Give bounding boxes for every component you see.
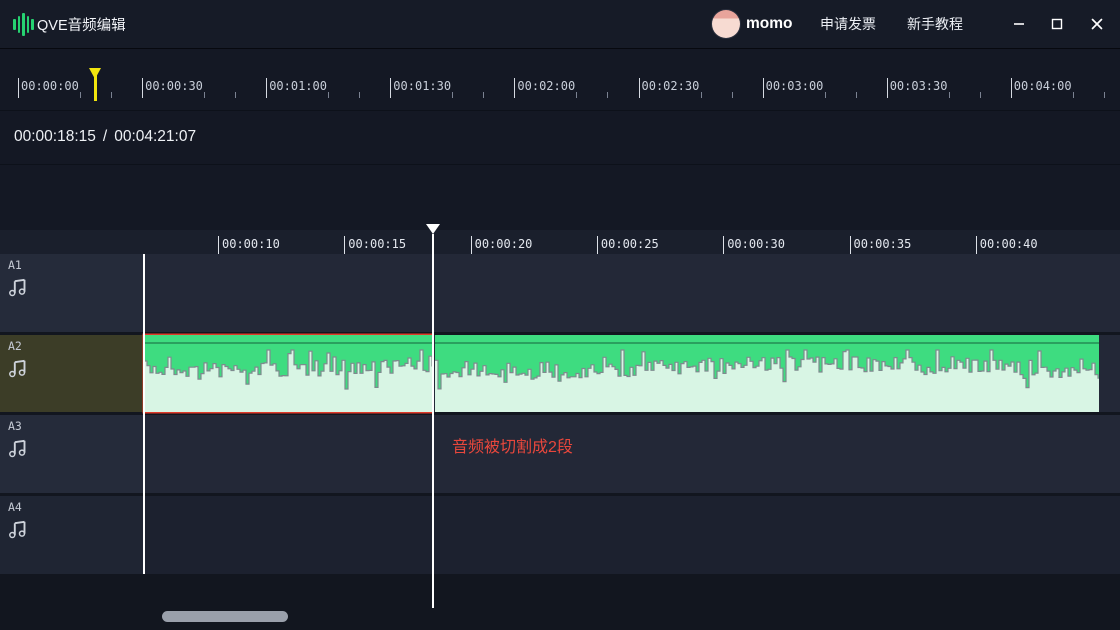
ruler-minor-tick — [732, 92, 733, 98]
audio-clip-segment-1[interactable] — [144, 335, 432, 412]
timeline-tick — [218, 236, 219, 254]
username[interactable]: momo — [746, 0, 793, 48]
ruler-tick-label: 00:03:00 — [766, 79, 824, 93]
ruler-tick-label: 00:02:00 — [517, 79, 575, 93]
timeline-tick-label: 00:00:30 — [727, 237, 785, 251]
ruler-tick-label: 00:03:30 — [890, 79, 948, 93]
track-header-a1[interactable]: A1 — [0, 254, 143, 332]
ruler-tick — [390, 78, 391, 98]
transport-bar: 00:00:18:15 / 00:04:21:07 — [0, 110, 1120, 165]
timeline-tick-label: 00:00:40 — [980, 237, 1038, 251]
timeline-tick-label: 00:00:20 — [475, 237, 533, 251]
tutorial-link[interactable]: 新手教程 — [907, 0, 963, 48]
ruler-minor-tick — [949, 92, 950, 98]
ruler-minor-tick — [607, 92, 608, 98]
audio-clip-segment-2[interactable] — [435, 335, 1099, 412]
ruler-minor-tick — [1073, 92, 1074, 98]
track-header-a4[interactable]: A4 — [0, 496, 143, 574]
timeline-tick — [597, 236, 598, 254]
ruler-tick-label: 00:01:30 — [393, 79, 451, 93]
close-button[interactable] — [1084, 12, 1110, 36]
app-title: QVE音频编辑 — [37, 0, 126, 48]
ruler-minor-tick — [1104, 92, 1105, 98]
music-note-icon — [8, 276, 28, 298]
total-time: 00:04:21:07 — [114, 128, 196, 146]
close-icon — [1090, 17, 1104, 31]
music-note-icon — [8, 518, 28, 540]
timeline-tick-label: 00:00:25 — [601, 237, 659, 251]
waveform — [435, 335, 1099, 412]
maximize-icon — [1050, 17, 1064, 31]
horizontal-scrollbar-thumb[interactable] — [162, 611, 288, 622]
user-avatar[interactable] — [712, 10, 740, 38]
track-header-a2-selected[interactable]: A2 — [0, 335, 143, 412]
clip-start-guideline — [143, 254, 145, 574]
ruler-tick-label: 00:00:00 — [21, 79, 79, 93]
track-row-a1: A1 — [0, 254, 1120, 332]
ruler-minor-tick — [328, 92, 329, 98]
track-row-a4: A4 — [0, 496, 1120, 574]
timeline-tick — [723, 236, 724, 254]
timeline-tick — [344, 236, 345, 254]
track-header-a3[interactable]: A3 — [0, 415, 143, 493]
timeline-ruler[interactable]: 00:00:10 00:00:15 00:00:20 00:00:25 00:00:30… — [0, 230, 1120, 254]
ruler-tick — [887, 78, 888, 98]
ruler-minor-tick — [576, 92, 577, 98]
timeline-panel: 00:00:10 00:00:15 00:00:20 00:00:25 00:00:30… — [0, 230, 1120, 630]
ruler-minor-tick — [359, 92, 360, 98]
split-annotation-text: 音频被切割成2段 — [452, 433, 573, 457]
ruler-tick — [514, 78, 515, 98]
ruler-minor-tick — [483, 92, 484, 98]
overview-ruler[interactable]: 00:00:00 00:00:30 00:01:00 00:01:30 00:02:00… — [0, 48, 1120, 111]
edit-toolbar: 导出 — [0, 164, 1120, 230]
ruler-minor-tick — [204, 92, 205, 98]
ruler-minor-tick — [701, 92, 702, 98]
timeline-tick-label: 00:00:10 — [222, 237, 280, 251]
ruler-tick-label: 00:04:00 — [1014, 79, 1072, 93]
playhead-line[interactable] — [432, 234, 434, 608]
ruler-tick — [639, 78, 640, 98]
track-label: A3 — [8, 419, 22, 433]
minimize-button[interactable] — [1006, 12, 1032, 36]
waveform-logo-icon — [13, 12, 34, 36]
timeline-tick-label: 00:00:35 — [854, 237, 912, 251]
ruler-minor-tick — [980, 92, 981, 98]
maximize-button[interactable] — [1044, 12, 1070, 36]
ruler-tick — [266, 78, 267, 98]
ruler-tick-label: 00:02:30 — [642, 79, 700, 93]
ruler-minor-tick — [80, 92, 81, 98]
time-separator: / — [103, 128, 107, 146]
ruler-minor-tick — [856, 92, 857, 98]
timeline-tick — [471, 236, 472, 254]
ruler-minor-tick — [825, 92, 826, 98]
ruler-tick-label: 00:01:00 — [269, 79, 327, 93]
title-bar: QVE音频编辑 momo 申请发票 新手教程 — [0, 0, 1120, 49]
track-label: A4 — [8, 500, 22, 514]
timeline-tick-label: 00:00:15 — [348, 237, 406, 251]
waveform — [144, 335, 432, 412]
ruler-minor-tick — [111, 92, 112, 98]
time-display: 00:00:18:15 / 00:04:21:07 — [14, 110, 196, 164]
ruler-tick — [142, 78, 143, 98]
music-note-icon — [8, 437, 28, 459]
ruler-minor-tick — [235, 92, 236, 98]
invoice-link[interactable]: 申请发票 — [820, 0, 876, 48]
overview-playhead-stem — [94, 68, 97, 101]
qve-audio-editor-window: QVE音频编辑 momo 申请发票 新手教程 00:00:0000:00:300… — [0, 0, 1120, 630]
ruler-tick — [1011, 78, 1012, 98]
track-label: A2 — [8, 339, 22, 353]
timeline-tick — [850, 236, 851, 254]
ruler-tick — [18, 78, 19, 98]
playhead-handle[interactable] — [426, 224, 440, 234]
current-time: 00:00:18:15 — [14, 128, 96, 146]
timeline-tick — [976, 236, 977, 254]
music-note-icon — [8, 357, 28, 379]
ruler-tick-label: 00:00:30 — [145, 79, 203, 93]
ruler-tick — [763, 78, 764, 98]
ruler-minor-tick — [452, 92, 453, 98]
minimize-icon — [1012, 17, 1026, 31]
track-label: A1 — [8, 258, 22, 272]
